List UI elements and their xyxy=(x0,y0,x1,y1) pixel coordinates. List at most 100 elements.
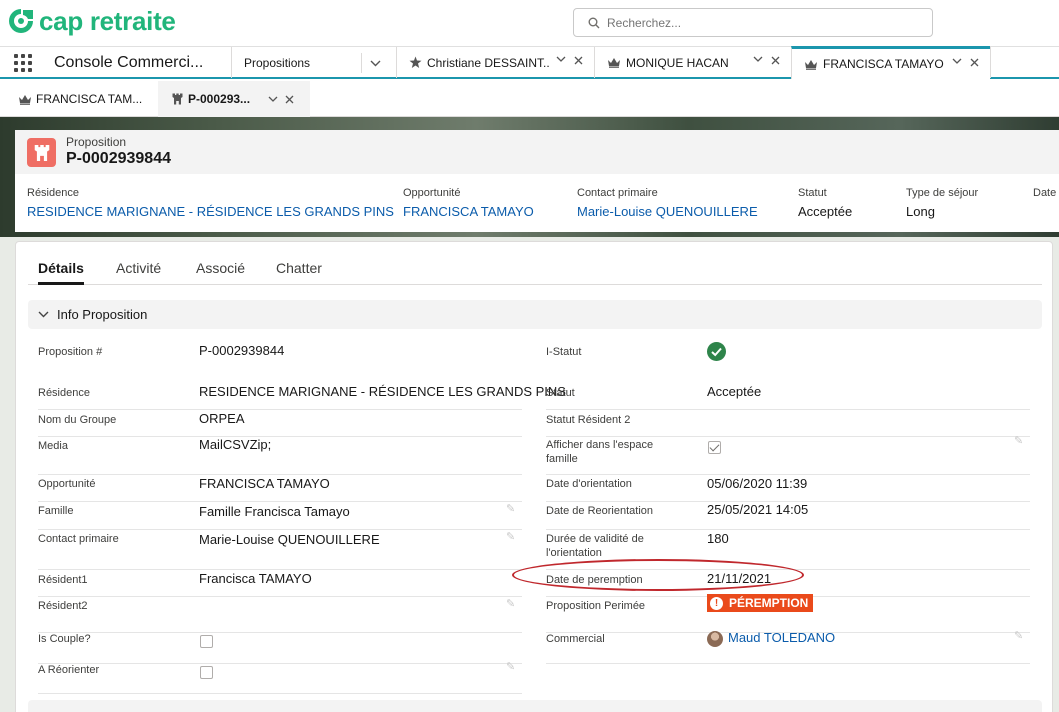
field-nom-groupe: Nom du Groupe ORPEA xyxy=(38,411,522,437)
edit-pencil-icon[interactable]: ✎ xyxy=(1014,629,1023,642)
brand-logo[interactable]: cap retraite xyxy=(6,6,176,36)
field-date-peremption: Date de peremption 21/11/2021 xyxy=(546,570,1030,597)
peremption-badge: ! PÉREMPTION xyxy=(707,594,814,612)
search-icon xyxy=(588,17,600,28)
tab-associe[interactable]: Associé xyxy=(196,260,245,276)
field-residence: Résidence RESIDENCE MARIGNANE - RÉSIDENC… xyxy=(38,384,566,410)
chevron-down-icon[interactable] xyxy=(952,58,962,64)
cap-retraite-logo-icon xyxy=(9,9,33,33)
nav-tab-propositions[interactable]: Propositions xyxy=(231,47,396,78)
field-famille: Famille Famille Francisca Tamayo ✎ xyxy=(38,502,522,530)
close-tab-icon[interactable] xyxy=(771,56,780,65)
record-detail-card: Détails Activité Associé Chatter Info Pr… xyxy=(15,241,1053,712)
close-tab-icon[interactable] xyxy=(285,95,294,104)
header-statut-value: Acceptée xyxy=(798,204,853,219)
resident1-link[interactable]: Francisca TAMAYO xyxy=(199,571,312,586)
section-info-proposition[interactable]: Info Proposition xyxy=(28,300,1042,329)
field-value: P-0002939844 xyxy=(199,343,285,358)
nav-tab-label: Propositions xyxy=(244,55,311,70)
tab-details[interactable]: Détails xyxy=(38,260,84,285)
famille-link[interactable]: Famille Francisca Tamayo xyxy=(199,504,350,519)
tab-chatter[interactable]: Chatter xyxy=(276,260,322,276)
record-header: Proposition P-0002939844 Résidence RESID… xyxy=(15,130,1059,232)
chevron-down-icon[interactable] xyxy=(556,56,566,62)
nav-tab-christiane[interactable]: Christiane DESSAINT... xyxy=(396,47,594,78)
chevron-down-icon[interactable] xyxy=(268,96,278,102)
field-label: I-Statut xyxy=(546,346,582,358)
workspace-subtabs: FRANCISCA TAM... P-000293... xyxy=(0,81,1059,117)
afficher-famille-checkbox[interactable] xyxy=(708,441,721,454)
field-opportunite: Opportunité FRANCISCA TAMAYO xyxy=(38,475,522,502)
detail-tabs: Détails Activité Associé Chatter xyxy=(28,242,1042,285)
tab-activite[interactable]: Activité xyxy=(116,260,161,276)
field-label: Contact primaire xyxy=(38,533,119,545)
tab-divider xyxy=(990,47,991,78)
field-date-reorientation: Date de Reorientation 25/05/2021 14:05 xyxy=(546,502,1030,530)
field-a-reorienter: A Réorienter ✎ xyxy=(38,661,522,694)
field-duree-validite: Durée de validité de l'orientation 180 xyxy=(546,530,1030,570)
a-reorienter-checkbox[interactable] xyxy=(200,666,213,679)
field-label: Durée de validité de l'orientation xyxy=(546,532,644,560)
badge-text: PÉREMPTION xyxy=(729,596,809,610)
field-label: A Réorienter xyxy=(38,664,100,676)
field-afficher-famille: Afficher dans l'espace famille ✎ xyxy=(546,434,1030,475)
commercial-link[interactable]: Maud TOLEDANO xyxy=(728,630,835,645)
field-label: Date d'orientation xyxy=(546,478,632,490)
field-label: Famille xyxy=(38,505,74,517)
field-label: Statut xyxy=(546,387,575,399)
field-label: Résident1 xyxy=(38,574,88,586)
top-header: cap retraite xyxy=(0,0,1059,46)
header-field-label: Opportunité xyxy=(403,187,461,199)
edit-pencil-icon[interactable]: ✎ xyxy=(506,660,515,673)
close-tab-icon[interactable] xyxy=(574,56,583,65)
header-type-sejour-value: Long xyxy=(906,204,935,219)
field-contact-primaire: Contact primaire Marie-Louise QUENOUILLE… xyxy=(38,530,522,570)
edit-pencil-icon[interactable]: ✎ xyxy=(506,530,515,543)
header-residence-link[interactable]: RESIDENCE MARIGNANE - RÉSIDENCE LES GRAN… xyxy=(27,204,394,219)
commercial-value: Maud TOLEDANO xyxy=(707,630,835,647)
proposition-tower-icon xyxy=(27,138,56,167)
record-title: P-0002939844 xyxy=(66,150,171,167)
close-tab-icon[interactable] xyxy=(970,58,979,67)
chevron-down-icon[interactable] xyxy=(361,53,381,73)
header-contact-link[interactable]: Marie-Louise QUENOUILLERE xyxy=(577,204,758,219)
header-field-residence: Résidence RESIDENCE MARIGNANE - RÉSIDENC… xyxy=(27,187,394,219)
edit-pencil-icon[interactable]: ✎ xyxy=(506,597,515,610)
nav-tab-label: MONIQUE HACAN xyxy=(626,55,729,70)
subtab-francisca[interactable]: FRANCISCA TAM... xyxy=(0,81,158,117)
residence-link[interactable]: RESIDENCE MARIGNANE - RÉSIDENCE LES GRAN… xyxy=(199,384,566,399)
edit-pencil-icon[interactable]: ✎ xyxy=(1014,434,1023,447)
nav-tab-francisca-tamayo[interactable]: FRANCISCA TAMAYO xyxy=(791,46,990,79)
field-resident2: Résident2 ✎ xyxy=(38,597,522,633)
brand-name: cap retraite xyxy=(39,6,176,36)
is-couple-checkbox[interactable] xyxy=(200,635,213,648)
record-header-title-area: Proposition P-0002939844 xyxy=(15,130,1059,174)
field-value: 21/11/2021 xyxy=(707,571,772,586)
field-value: 05/06/2020 11:39 xyxy=(707,476,808,491)
search-input[interactable] xyxy=(607,15,907,30)
field-value: Acceptée xyxy=(707,384,762,399)
header-field-label: Contact primaire xyxy=(577,187,658,199)
nav-tab-monique-hacan[interactable]: MONIQUE HACAN xyxy=(594,47,791,78)
crown-icon xyxy=(804,59,818,70)
header-field-label: Date xyxy=(1033,187,1057,199)
global-search[interactable] xyxy=(573,8,933,37)
field-label: Commercial xyxy=(546,633,605,645)
avatar xyxy=(707,630,723,647)
field-label: Résidence xyxy=(38,387,90,399)
field-label: Statut Résident 2 xyxy=(546,414,631,426)
opportunite-link[interactable]: FRANCISCA TAMAYO xyxy=(199,476,330,491)
star-person-icon xyxy=(409,56,422,69)
contact-primaire-link[interactable]: Marie-Louise QUENOUILLERE xyxy=(199,532,380,547)
header-opportunite-link[interactable]: FRANCISCA TAMAYO xyxy=(403,204,534,219)
app-launcher-icon[interactable] xyxy=(14,54,32,72)
field-date-orientation: Date d'orientation 05/06/2020 11:39 xyxy=(546,475,1030,502)
header-field-label: Statut xyxy=(798,187,827,199)
tower-icon xyxy=(172,93,183,105)
chevron-down-icon[interactable] xyxy=(753,56,763,62)
subtab-proposition[interactable]: P-000293... xyxy=(158,81,310,117)
field-statut-resident-2: Statut Résident 2 xyxy=(546,411,1030,437)
field-commercial: Commercial Maud TOLEDANO ✎ xyxy=(546,630,1030,664)
section-collapsed-next[interactable] xyxy=(28,700,1042,712)
edit-pencil-icon[interactable]: ✎ xyxy=(506,502,515,515)
